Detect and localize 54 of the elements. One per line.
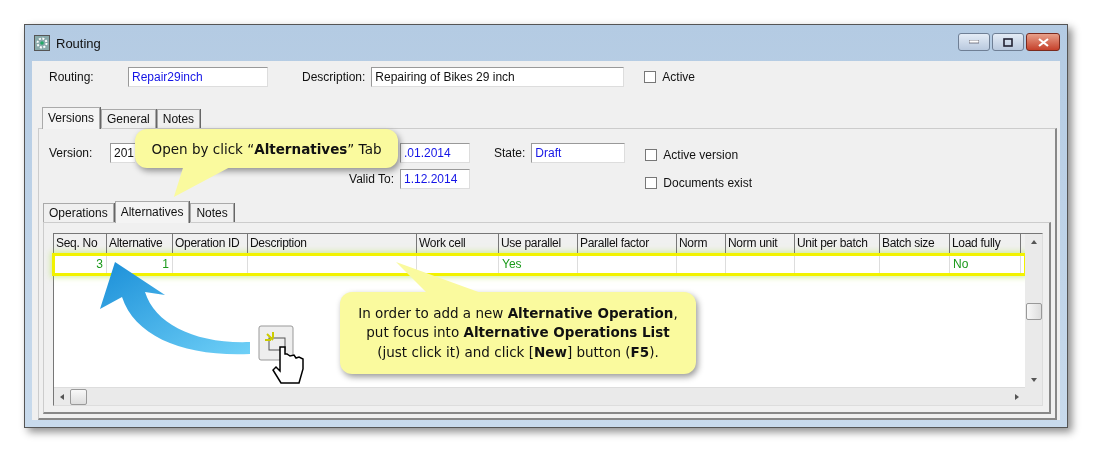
table-cell: No <box>953 257 969 271</box>
vertical-scrollbar[interactable] <box>1025 234 1042 405</box>
description-label: Description: <box>302 70 366 84</box>
column-header[interactable]: Norm unit <box>726 234 795 253</box>
tab[interactable]: Versions <box>42 107 101 129</box>
routing-field[interactable]: Repair29inch <box>128 67 268 87</box>
tab[interactable]: General <box>101 109 156 128</box>
checkbox-label: Active version <box>663 148 739 162</box>
table-cell: Yes <box>502 257 522 271</box>
column-header[interactable]: Parallel factor <box>578 234 677 253</box>
close-icon <box>1037 37 1049 47</box>
tab[interactable]: Alternatives <box>114 201 190 223</box>
valid-to-label: Valid To: <box>349 172 394 186</box>
table-row[interactable]: 3 1 Yes No <box>54 255 1025 274</box>
window-title: Routing <box>56 35 101 51</box>
minimize-icon <box>969 40 979 44</box>
column-header[interactable]: Description <box>248 234 417 253</box>
maximize-icon <box>1003 37 1013 47</box>
column-header[interactable]: Seq. No <box>54 234 107 253</box>
tab[interactable]: Notes <box>190 203 234 222</box>
valid-to-field[interactable]: 1.12.2014 <box>400 169 470 189</box>
column-header[interactable]: Unit per batch <box>795 234 880 253</box>
tab[interactable]: Operations <box>43 203 114 222</box>
checkbox[interactable] <box>644 71 657 83</box>
checkbox-label: Documents exist <box>663 176 753 190</box>
checkbox[interactable] <box>645 149 658 161</box>
state-label: State: <box>494 146 526 160</box>
version-label: Version: <box>49 146 94 160</box>
minimize-button[interactable] <box>958 33 990 51</box>
column-header[interactable]: Use parallel <box>499 234 578 253</box>
tab[interactable]: Notes <box>156 109 201 128</box>
active-label: Active <box>662 70 696 84</box>
column-header[interactable]: Batch size <box>880 234 950 253</box>
checkbox[interactable] <box>645 177 658 189</box>
valid-from-field[interactable]: .01.2014 <box>400 143 470 163</box>
state-field[interactable]: Draft <box>531 143 626 163</box>
table-cell: 3 <box>96 257 103 271</box>
callout-text: In order to add a new Alternative Operation, put focus into Alternative Operations List (just click it) and click [New] button (F5). <box>357 303 679 362</box>
description-field[interactable]: Repairing of Bikes 29 inch <box>371 67 625 87</box>
column-header[interactable]: Alternative <box>107 234 173 253</box>
scroll-thumb[interactable] <box>1025 302 1042 320</box>
maximize-button[interactable] <box>992 33 1024 51</box>
column-header[interactable]: Norm <box>677 234 726 253</box>
gear-icon <box>34 35 50 51</box>
table-cell: 1 <box>162 257 169 271</box>
version-field[interactable]: 201 <box>110 143 135 163</box>
column-header[interactable]: Work cell <box>417 234 499 253</box>
callout-text: Open by click “Alternatives” Tab <box>151 140 382 157</box>
close-button[interactable] <box>1026 33 1060 51</box>
horizontal-scrollbar[interactable] <box>54 387 1025 405</box>
column-header[interactable]: Operation ID <box>173 234 248 253</box>
column-header[interactable]: Load fully <box>950 234 1021 253</box>
scroll-thumb[interactable] <box>70 388 87 405</box>
routing-label: Routing: <box>49 70 95 84</box>
